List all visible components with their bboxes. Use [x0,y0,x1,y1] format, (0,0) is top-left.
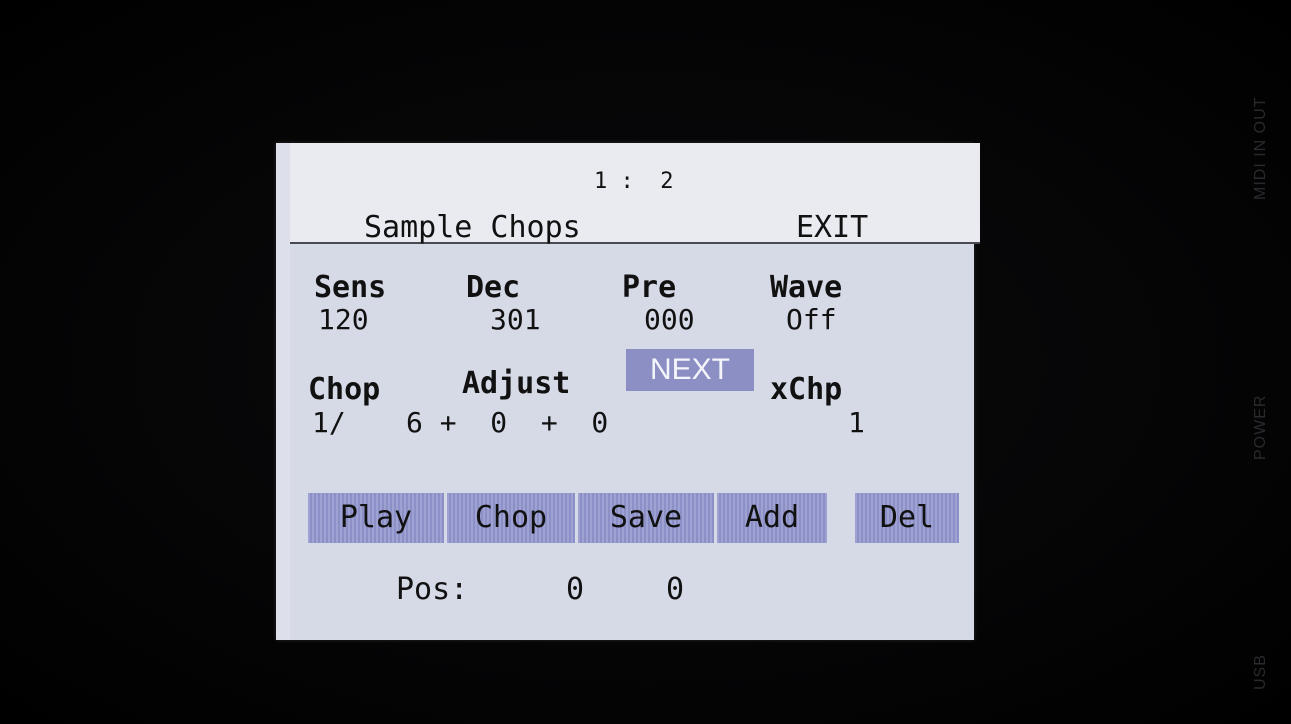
play-button[interactable]: Play [308,493,444,543]
midi-port-label: MIDI IN OUT [1252,96,1269,200]
param-dec-value[interactable]: 301 [490,306,541,334]
usb-label: USB [1252,654,1269,690]
device-bezel: MIDI IN OUT POWER USB 1 : 2 Sample Chops… [0,0,1291,724]
param-wave-label[interactable]: Wave [770,273,842,303]
param-sens-value[interactable]: 120 [318,306,369,334]
lcd-screen: 1 : 2 Sample Chops EXIT Sens 120 Dec 301… [276,143,980,640]
position-value-end: 0 [666,572,685,607]
power-label: POWER [1252,394,1269,460]
param-pre-label[interactable]: Pre [622,273,676,303]
exit-button[interactable]: EXIT [796,213,868,243]
page-title: Sample Chops [364,210,581,245]
page-indicator: 1 : 2 [594,169,674,194]
save-button[interactable]: Save [578,493,714,543]
param-chop-value[interactable]: 1/ [312,409,346,437]
position-label: Pos: [396,572,469,607]
param-adjust-label[interactable]: Adjust [462,369,570,399]
param-chop-label[interactable]: Chop [308,375,380,405]
position-value-start: 0 [566,572,585,607]
delete-button[interactable]: Del [855,493,959,543]
param-pre-value[interactable]: 000 [644,306,695,334]
param-xchp-value[interactable]: 1 [848,409,865,437]
add-button[interactable]: Add [717,493,827,543]
param-adjust-value[interactable]: 6 + 0 + 0 [406,409,608,437]
chop-button[interactable]: Chop [447,493,575,543]
next-button[interactable]: NEXT [626,349,754,391]
param-xchp-label[interactable]: xChp [770,375,842,405]
param-wave-value[interactable]: Off [786,306,837,334]
param-sens-label[interactable]: Sens [314,273,386,303]
param-dec-label[interactable]: Dec [466,273,520,303]
